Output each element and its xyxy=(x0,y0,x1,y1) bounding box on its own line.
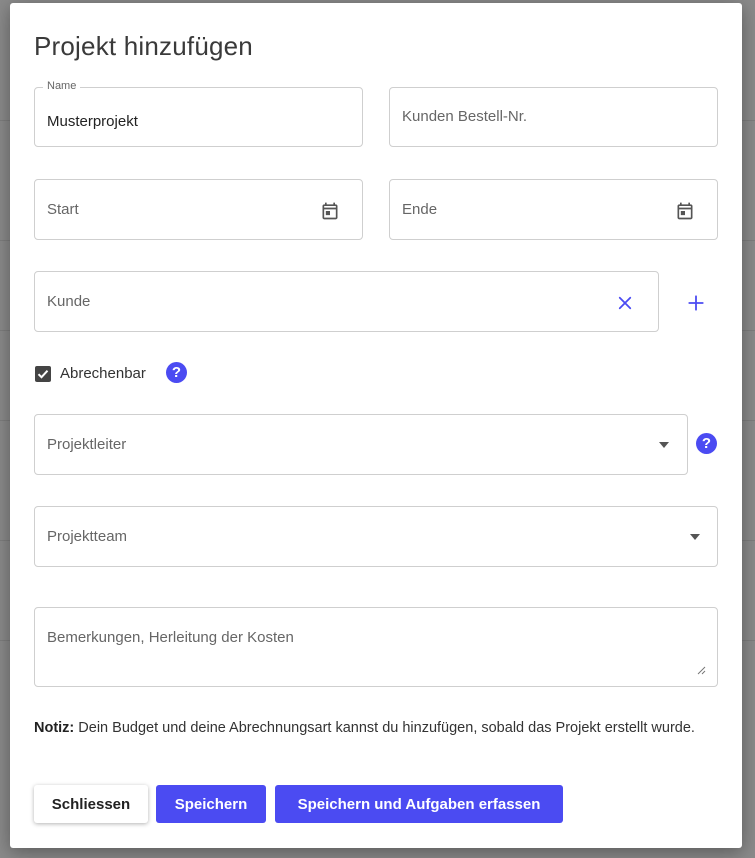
start-date-field[interactable]: Start xyxy=(34,179,363,240)
resize-handle-icon[interactable] xyxy=(695,664,707,676)
customer-order-number-field[interactable]: Kunden Bestell-Nr. xyxy=(389,87,718,147)
calendar-icon[interactable] xyxy=(674,200,696,222)
calendar-icon[interactable] xyxy=(319,200,341,222)
help-icon[interactable]: ? xyxy=(696,433,717,454)
project-team-select[interactable]: Projektteam xyxy=(34,506,718,567)
close-button[interactable]: Schliessen xyxy=(34,785,148,823)
check-icon xyxy=(37,370,49,379)
customer-order-number-placeholder: Kunden Bestell-Nr. xyxy=(402,108,528,125)
end-date-field[interactable]: Ende xyxy=(389,179,718,240)
billable-checkbox[interactable] xyxy=(35,366,51,382)
name-value: Musterprojekt xyxy=(47,113,138,130)
remarks-placeholder: Bemerkungen, Herleitung der Kosten xyxy=(47,629,294,646)
billable-label[interactable]: Abrechenbar xyxy=(60,365,146,382)
note-label: Notiz: xyxy=(34,720,75,736)
save-and-add-tasks-button[interactable]: Speichern und Aufgaben erfassen xyxy=(275,785,563,823)
add-project-dialog: Projekt hinzufügen Name Musterprojekt Ku… xyxy=(10,3,742,848)
remarks-textarea[interactable]: Bemerkungen, Herleitung der Kosten xyxy=(34,607,718,687)
project-lead-select[interactable]: Projektleiter xyxy=(34,414,688,475)
note-body: Dein Budget und deine Abrechnungsart kan… xyxy=(74,720,695,736)
caret-down-icon xyxy=(688,531,702,543)
name-field[interactable]: Name Musterprojekt xyxy=(34,80,363,147)
close-icon[interactable] xyxy=(613,291,637,315)
caret-down-icon xyxy=(657,439,671,451)
customer-field[interactable]: Kunde xyxy=(34,271,659,332)
name-label: Name xyxy=(43,80,81,92)
note-text: Notiz: Dein Budget und deine Abrechnungs… xyxy=(34,715,724,742)
dialog-title: Projekt hinzufügen xyxy=(34,31,253,61)
save-button[interactable]: Speichern xyxy=(156,785,266,823)
project-team-placeholder: Projektteam xyxy=(47,528,128,545)
help-icon[interactable]: ? xyxy=(166,362,187,383)
customer-placeholder: Kunde xyxy=(47,293,91,310)
end-date-placeholder: Ende xyxy=(402,201,438,218)
project-lead-placeholder: Projektleiter xyxy=(47,436,127,453)
plus-icon[interactable] xyxy=(684,291,708,315)
start-date-placeholder: Start xyxy=(47,201,79,218)
